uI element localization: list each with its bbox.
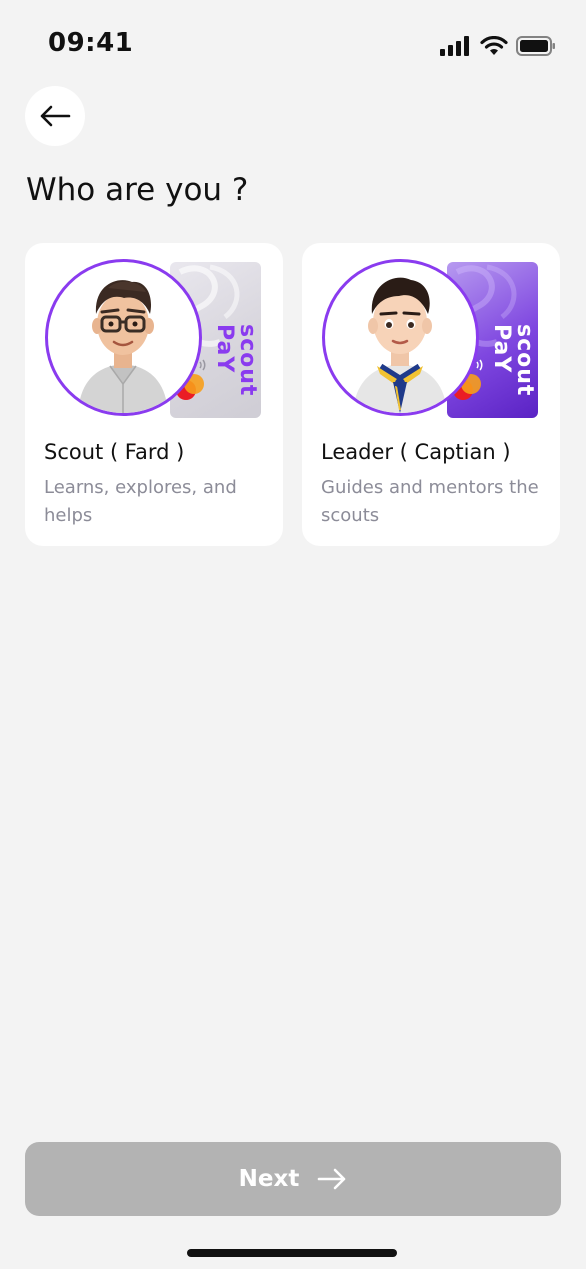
next-button[interactable]: Next: [25, 1142, 561, 1216]
arrow-right-icon: [318, 1168, 346, 1190]
next-button-label: Next: [238, 1166, 300, 1192]
contactless-icon: [199, 359, 206, 371]
status-icons: [440, 36, 556, 56]
scout-avatar: [45, 259, 202, 416]
signal-icon: [440, 36, 469, 56]
card-brand-text: scout PaY: [212, 324, 260, 397]
card-brand-text: scout PaY: [489, 324, 537, 397]
role-card-leader[interactable]: scout PaY Leader (Captian) Guides and …: [302, 243, 560, 546]
role-card-scout[interactable]: scout PaY Scout (Fard) Learns, explore…: [25, 243, 283, 546]
role-description: Learns, explores, and helps: [44, 477, 237, 526]
role-visual: scout PaY: [322, 259, 538, 423]
leader-avatar: [322, 259, 479, 416]
contactless-icon: [476, 359, 483, 371]
status-time: 09:41: [48, 28, 134, 58]
status-bar: 09:41: [0, 0, 586, 90]
role-visual: scout PaY: [45, 259, 261, 423]
battery-icon: [516, 36, 555, 56]
page-title: Who are you ?: [26, 172, 249, 208]
role-description: Guides and mentors the scouts: [321, 477, 539, 526]
back-button[interactable]: [25, 86, 85, 146]
wifi-icon: [480, 36, 508, 55]
home-indicator: [187, 1249, 397, 1257]
role-name: Leader ( Captian ): [321, 440, 511, 464]
arrow-left-icon: [40, 105, 71, 127]
role-name: Scout ( Fard ): [44, 440, 185, 464]
